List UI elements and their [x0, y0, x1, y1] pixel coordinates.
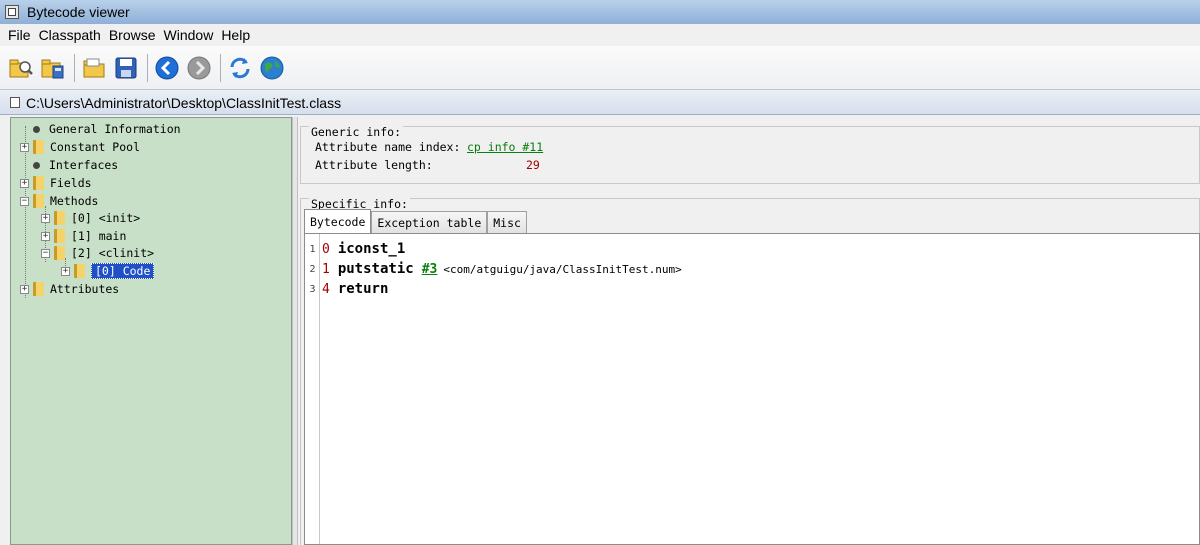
tree-item-method-clinit[interactable]: − [2] <clinit> [41, 244, 154, 262]
reload-icon[interactable] [225, 53, 255, 83]
bytecode-view[interactable]: 1 0 iconst_1 2 1 putstatic #3 <com/atgui… [304, 233, 1200, 545]
folder-icon [33, 194, 44, 208]
expand-icon[interactable]: + [41, 213, 50, 223]
tree-item-method-init[interactable]: + [0] <init> [41, 209, 140, 227]
line-number: 1 [309, 243, 316, 255]
toolbar-separator [147, 53, 148, 82]
folder-icon [74, 264, 85, 278]
constant-pool-ref-link[interactable]: #3 [422, 262, 438, 277]
menu-classpath[interactable]: Classpath [35, 27, 105, 43]
tree-item-constant-pool[interactable]: + Constant Pool [20, 138, 140, 156]
bytecode-opcode: return [337, 281, 389, 297]
app-icon [5, 5, 19, 19]
tree-item-methods[interactable]: − Methods [20, 192, 98, 210]
folder-icon [33, 282, 44, 296]
window-title: Bytecode viewer [27, 4, 130, 20]
leaf-bullet-icon [33, 125, 40, 133]
expand-icon[interactable]: + [61, 266, 70, 276]
attr-name-index-label: Attribute name index: [315, 140, 461, 154]
bytecode-offset: 1 [322, 261, 330, 277]
tree-item-method-main[interactable]: + [1] main [41, 227, 126, 245]
collapse-icon[interactable]: − [41, 248, 50, 258]
menu-file[interactable]: File [4, 27, 35, 43]
open-classpath-icon[interactable] [38, 53, 68, 83]
folder-icon [54, 246, 65, 260]
generic-info-title: Generic info: [309, 125, 404, 139]
folder-icon [33, 176, 44, 190]
bytecode-comment: <com/atguigu/java/ClassInitTest.num> [443, 262, 682, 276]
toolbar [0, 46, 1200, 90]
file-path-bar: C:\Users\Administrator\Desktop\ClassInit… [0, 91, 1200, 115]
tab-misc[interactable]: Misc [487, 211, 527, 233]
menu-browse[interactable]: Browse [105, 27, 160, 43]
web-icon[interactable] [257, 53, 287, 83]
attr-name-index-link[interactable]: cp info #11 [467, 140, 543, 154]
collapse-icon[interactable]: − [20, 196, 29, 206]
line-number: 3 [309, 283, 316, 295]
attr-length-label: Attribute length: [315, 158, 433, 172]
menu-window[interactable]: Window [160, 27, 218, 43]
tab-exception-table[interactable]: Exception table [371, 211, 488, 233]
generic-info-group: Generic info: Attribute name index: cp i… [300, 125, 1200, 184]
forward-icon[interactable] [184, 53, 214, 83]
title-bar: Bytecode viewer [0, 0, 1200, 24]
open-class-icon[interactable] [6, 53, 36, 83]
expand-icon[interactable]: + [20, 284, 29, 294]
leaf-bullet-icon [33, 161, 40, 169]
specific-info-tabs: Bytecode Exception table Misc [304, 209, 527, 233]
open-folder-icon[interactable] [79, 53, 109, 83]
back-icon[interactable] [152, 53, 182, 83]
detail-pane: Generic info: Attribute name index: cp i… [298, 117, 1200, 545]
tree-item-fields[interactable]: + Fields [20, 174, 92, 192]
tab-bytecode[interactable]: Bytecode [304, 209, 372, 233]
toolbar-separator [74, 53, 75, 82]
expand-icon[interactable]: + [41, 231, 50, 241]
line-number: 2 [309, 263, 316, 275]
bytecode-opcode: iconst_1 [337, 241, 406, 257]
tree-item-general-information[interactable]: General Information [20, 120, 181, 138]
bytecode-line: 2 1 putstatic #3 <com/atguigu/java/Class… [305, 259, 682, 279]
folder-icon [54, 211, 65, 225]
attr-length-value: 29 [526, 158, 540, 172]
tree-item-clinit-code[interactable]: + [0] Code [61, 262, 155, 280]
bytecode-line: 1 0 iconst_1 [305, 239, 405, 259]
file-path: C:\Users\Administrator\Desktop\ClassInit… [26, 94, 342, 111]
bytecode-line: 3 4 return [305, 279, 388, 299]
menu-help[interactable]: Help [217, 27, 254, 43]
save-icon[interactable] [111, 53, 141, 83]
tree-item-interfaces[interactable]: Interfaces [20, 156, 118, 174]
toolbar-separator [220, 53, 221, 82]
expand-icon[interactable]: + [20, 178, 29, 188]
tree-item-attributes[interactable]: + Attributes [20, 280, 119, 298]
class-tree[interactable]: General Information + Constant Pool Inte… [10, 117, 292, 545]
document-icon [10, 97, 20, 108]
expand-icon[interactable]: + [20, 142, 29, 152]
bytecode-offset: 4 [322, 281, 330, 297]
bytecode-offset: 0 [322, 241, 330, 257]
menu-bar: File Classpath Browse Window Help [0, 24, 1200, 46]
bytecode-opcode: putstatic [337, 261, 414, 277]
folder-icon [54, 229, 65, 243]
folder-icon [33, 140, 44, 154]
